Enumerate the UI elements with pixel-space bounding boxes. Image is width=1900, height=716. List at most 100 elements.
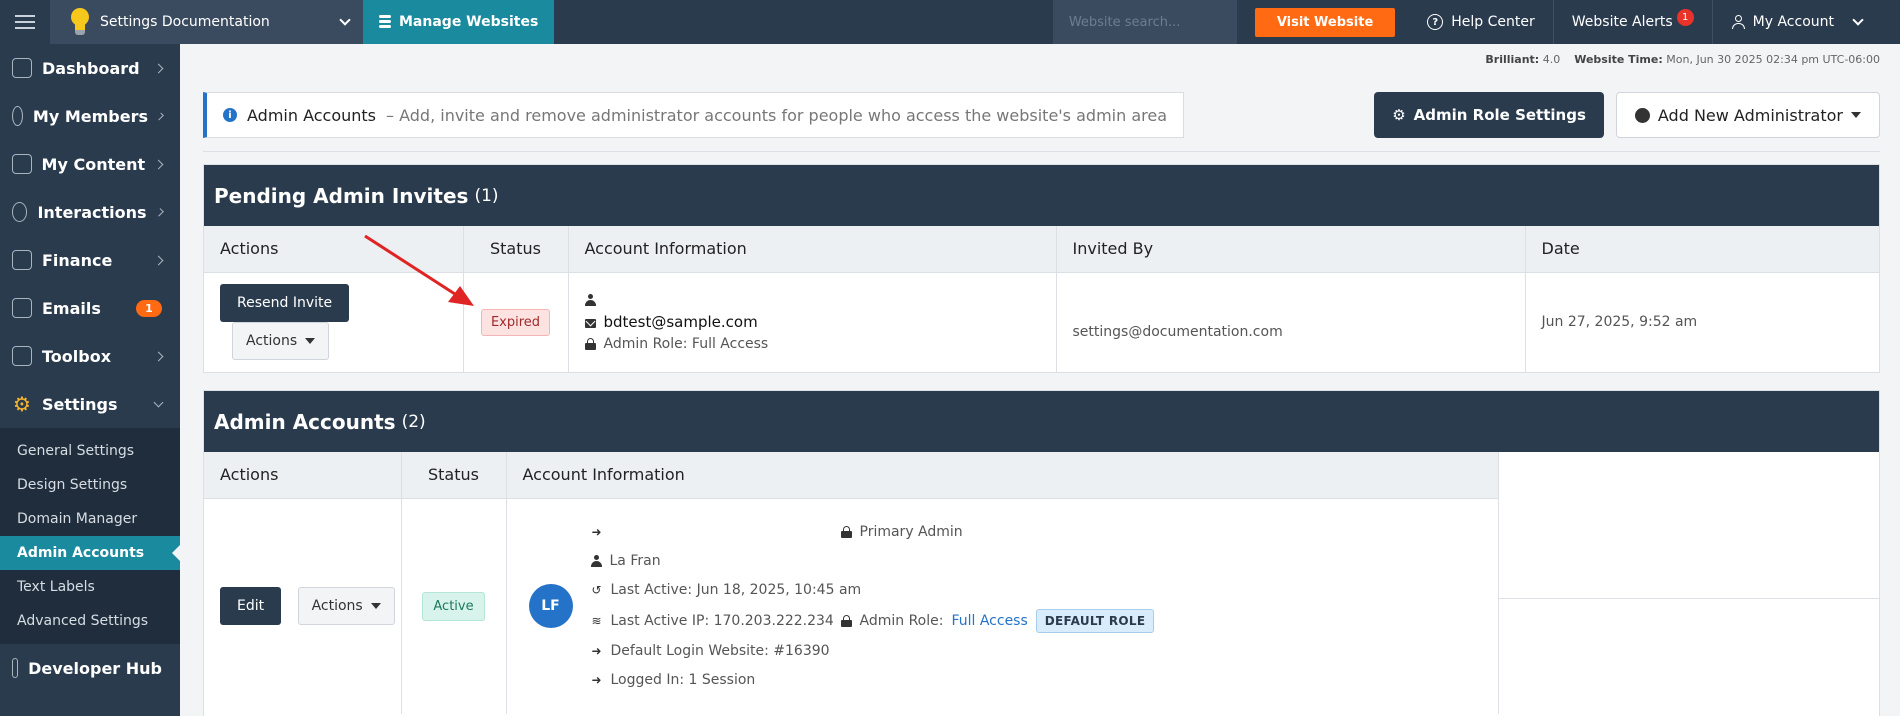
sidebar-item-emails[interactable]: Emails 1	[0, 284, 180, 332]
add-new-administrator-label: Add New Administrator	[1657, 105, 1843, 125]
sidebar-item-label: Settings	[42, 394, 118, 414]
help-center-link[interactable]: ? Help Center	[1409, 0, 1553, 44]
sidebar-item-settings[interactable]: ⚙ Settings	[0, 380, 180, 428]
table-row: Edit Actions Active LF ➜ La Fran ↺ Last …	[204, 498, 1499, 714]
admin-details-left: ➜ La Fran ↺ Last Active: Jun 18, 2025, 10…	[590, 518, 861, 605]
website-selector[interactable]: Settings Documentation	[50, 0, 363, 44]
sidebar-item-my-members[interactable]: My Members	[0, 92, 180, 140]
edit-button[interactable]: Edit	[220, 587, 282, 626]
version-value: 4.0	[1542, 52, 1561, 66]
website-time-value: Mon, Jun 30 2025 02:34 pm UTC-06:00	[1666, 52, 1880, 66]
default-login-website: Default Login Website: #16390	[610, 643, 830, 660]
gear-icon: ⚙	[13, 392, 31, 416]
column-header-date: Date	[1525, 226, 1879, 273]
sidebar-item-my-content[interactable]: My Content	[0, 140, 180, 188]
version-label: Brilliant:	[1485, 52, 1540, 66]
admin-account-cell: LF ➜ La Fran ↺ Last Active: Jun 18, 2025,…	[506, 498, 1499, 714]
column-header-status: Status	[401, 452, 507, 499]
admin-account-info: LF ➜ La Fran ↺ Last Active: Jun 18, 2025,…	[528, 518, 1498, 695]
table-row: Resend Invite Actions Expired bdtest@sam…	[204, 272, 1879, 372]
lightbulb-icon	[70, 8, 90, 36]
question-circle-icon: ?	[1427, 14, 1444, 30]
resend-invite-button[interactable]: Resend Invite	[220, 284, 350, 323]
chevron-right-icon	[153, 63, 164, 73]
pending-invites-title: Pending Admin Invites	[214, 183, 469, 208]
admin-role-line: Admin Role: Full Access DEFAULT ROLE	[840, 605, 1155, 637]
admin-role-link[interactable]: Full Access	[951, 613, 1027, 629]
chevron-down-icon	[1852, 14, 1864, 26]
admin-role-label: Admin Role:	[859, 612, 944, 629]
sidebar-item-label: Finance	[42, 250, 113, 270]
invite-date: Jun 27, 2025, 9:52 am	[1541, 314, 1698, 331]
sidebar-subitem-general-settings[interactable]: General Settings	[0, 434, 180, 468]
manage-websites-button[interactable]: Manage Websites	[363, 0, 555, 44]
sidebar-subitem-advanced-settings[interactable]: Advanced Settings	[0, 604, 180, 638]
visit-website-button[interactable]: Visit Website	[1254, 7, 1396, 37]
sidebar-subitem-domain-manager[interactable]: Domain Manager	[0, 502, 180, 536]
invited-by-email: settings@documentation.com	[1072, 324, 1283, 341]
sidebar-item-label: Emails	[42, 298, 101, 318]
sidebar-item-label: Dashboard	[42, 58, 140, 78]
sidebar-subitem-design-settings[interactable]: Design Settings	[0, 468, 180, 502]
person-icon	[590, 555, 602, 568]
table-header-row: Actions Status Account Information	[204, 452, 1499, 499]
default-login-line: ➜ Default Login Website: #16390	[591, 637, 1155, 666]
admin-accounts-header: Admin Accounts (2)	[204, 391, 1879, 452]
lock-icon	[840, 526, 852, 539]
status-badge: Active	[422, 591, 485, 621]
logged-in-sessions: Logged In: 1 Session	[610, 672, 756, 689]
admin-actions-cell: Edit Actions	[204, 498, 402, 714]
caret-down-icon	[305, 338, 316, 345]
account-name-line	[584, 289, 1056, 311]
help-center-label: Help Center	[1451, 14, 1535, 30]
my-account-menu[interactable]: My Account	[1711, 0, 1900, 44]
sidebar-item-finance[interactable]: Finance	[0, 236, 180, 284]
gears-icon: ⚙	[1392, 106, 1406, 124]
sidebar-item-label: My Content	[41, 154, 146, 174]
tools-icon	[12, 346, 32, 366]
admin-name: La Fran	[609, 553, 661, 570]
sidebar-item-label: Developer Hub	[28, 658, 162, 678]
login-line: ➜	[591, 518, 841, 547]
primary-admin-line: Primary Admin	[840, 518, 963, 547]
page-description: – Add, invite and remove administrator a…	[386, 105, 1167, 125]
sidebar-item-developer-hub[interactable]: Developer Hub	[0, 644, 180, 692]
chevron-down-icon	[153, 397, 164, 407]
admin-accounts-panel: Admin Accounts (2) Actions Status Accoun…	[203, 390, 1880, 716]
sidebar-subitem-admin-accounts[interactable]: Admin Accounts	[0, 536, 181, 570]
sidebar-item-dashboard[interactable]: Dashboard	[0, 44, 180, 92]
sidebar-item-label: Interactions	[37, 202, 147, 222]
sidebar-item-label: Toolbox	[42, 346, 112, 366]
sidebar-item-interactions[interactable]: Interactions	[0, 188, 180, 236]
top-bar: Settings Documentation Manage Websites V…	[0, 0, 1900, 44]
actions-dropdown-button[interactable]: Actions	[232, 322, 330, 361]
sidebar-subitem-text-labels[interactable]: Text Labels	[0, 570, 180, 604]
chevron-down-icon	[339, 14, 351, 26]
account-role-line: Admin Role: Full Access	[584, 333, 1056, 355]
menu-toggle-icon[interactable]	[0, 0, 50, 44]
website-time: Website Time: Mon, Jun 30 2025 02:34 pm …	[1574, 53, 1880, 66]
chevron-right-icon	[153, 255, 164, 265]
site-meta-line: Brilliant: 4.0 Website Time: Mon, Jun 30…	[203, 44, 1880, 74]
website-search-input[interactable]	[1068, 14, 1221, 30]
sidebar-item-toolbox[interactable]: Toolbox	[0, 332, 180, 380]
caret-down-icon	[370, 603, 381, 610]
page-title: Admin Accounts	[247, 105, 377, 125]
admin-details-row-1: ➜ La Fran ↺ Last Active: Jun 18, 2025, 10…	[590, 518, 1155, 605]
website-search[interactable]	[1052, 0, 1237, 44]
chevron-right-icon	[153, 351, 164, 361]
account-email-line: bdtest@sample.com	[584, 311, 1056, 333]
website-alerts-link[interactable]: Website Alerts 1	[1552, 0, 1712, 44]
actions-dropdown-button[interactable]: Actions	[297, 587, 395, 626]
page-info-box: i Admin Accounts – Add, invite and remov…	[203, 92, 1184, 138]
chevron-right-icon	[156, 112, 164, 120]
person-icon	[584, 294, 596, 307]
pending-invites-table: Actions Status Account Information Invit…	[204, 226, 1879, 372]
admin-details: ➜ La Fran ↺ Last Active: Jun 18, 2025, 10…	[590, 518, 1155, 695]
add-new-administrator-button[interactable]: Add New Administrator	[1615, 92, 1880, 138]
last-ip-line: ≋ Last Active IP: 170.203.222.234	[591, 605, 841, 637]
actions-dropdown-label: Actions	[246, 333, 298, 350]
website-alerts-label: Website Alerts	[1571, 14, 1673, 30]
page-header: i Admin Accounts – Add, invite and remov…	[203, 91, 1880, 139]
admin-role-settings-button[interactable]: ⚙ Admin Role Settings	[1374, 92, 1604, 138]
